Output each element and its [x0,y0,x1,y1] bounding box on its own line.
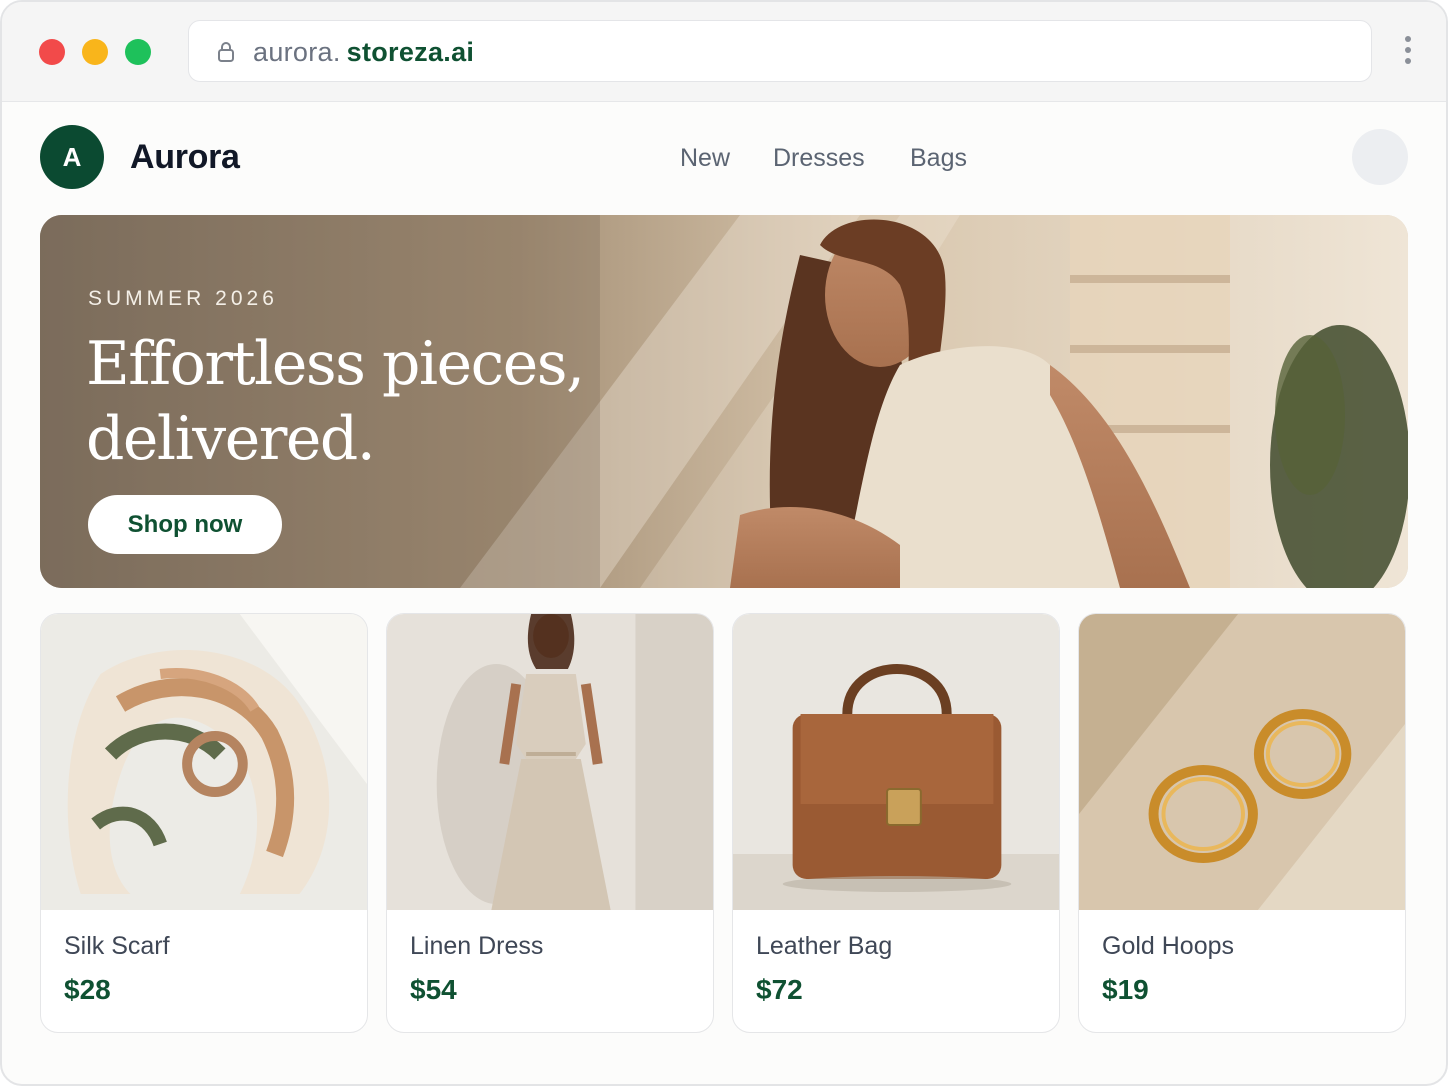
product-name[interactable]: Leather Bag [756,932,892,961]
minimize-window-button[interactable] [82,39,108,65]
address-bar[interactable]: aurora. storeza.ai [188,20,1372,82]
product-image[interactable] [733,614,1059,910]
nav-new[interactable]: New [680,144,730,173]
product-card-leather-bag[interactable]: Leather Bag $72 [732,613,1060,1033]
product-price: $54 [410,974,457,1005]
product-name[interactable]: Linen Dress [410,932,543,961]
url-subdomain: aurora. [253,37,341,67]
product-price: $19 [1102,974,1149,1005]
earrings-icon [1079,614,1405,910]
url-text: aurora. storeza.ai [253,37,474,68]
product-card-silk-scarf[interactable]: Silk Scarf $28 [40,613,368,1033]
product-card-linen-dress[interactable]: Linen Dress $54 [386,613,714,1033]
store-logo[interactable]: A [40,125,104,189]
nav-bags[interactable]: Bags [910,144,967,173]
product-image[interactable] [1079,614,1405,910]
product-name[interactable]: Silk Scarf [64,932,170,961]
hero-title: Effortless pieces, delivered. [86,329,585,474]
nav-dresses[interactable]: Dresses [773,144,865,173]
browser-window: aurora. storeza.ai A Aurora New Dresses B… [0,0,1448,1086]
product-name[interactable]: Gold Hoops [1102,932,1234,961]
hero-banner: SUMMER 2026 Effortless pieces, delivered… [40,215,1408,588]
account-avatar[interactable] [1352,129,1408,185]
product-card-gold-hoops[interactable]: Gold Hoops $19 [1078,613,1406,1033]
url-domain: storeza.ai [346,37,475,67]
close-window-button[interactable] [39,39,65,65]
browser-toolbar: aurora. storeza.ai [2,2,1446,102]
scarf-icon [41,614,367,910]
product-price: $72 [756,974,803,1005]
store-name[interactable]: Aurora [130,138,240,177]
maximize-window-button[interactable] [125,39,151,65]
dress-icon [387,614,713,910]
product-image[interactable] [387,614,713,910]
more-options-icon[interactable] [1402,36,1414,70]
lock-icon [218,42,234,62]
product-price: $28 [64,974,111,1005]
shop-now-button[interactable]: Shop now [88,495,282,554]
hero-eyebrow: SUMMER 2026 [88,287,278,310]
bag-icon [733,614,1059,910]
product-image[interactable] [41,614,367,910]
